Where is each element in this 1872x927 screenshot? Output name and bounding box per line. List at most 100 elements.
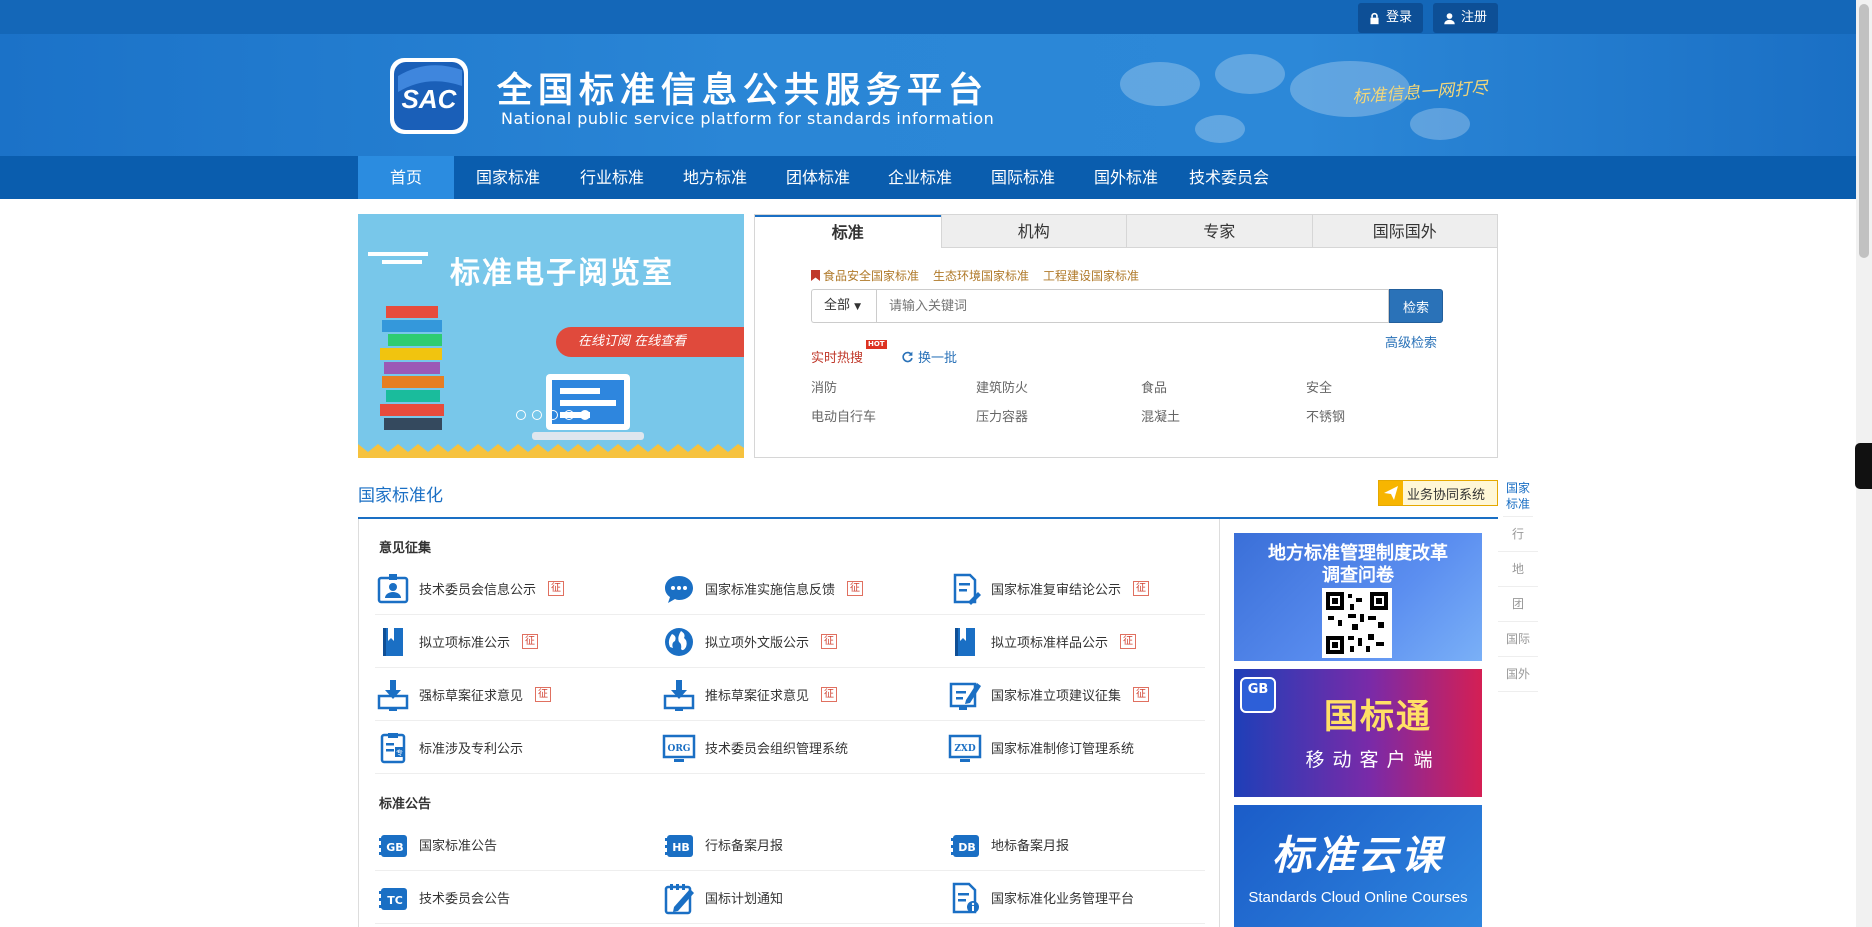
link-label: 技术委员会组织管理系统 <box>705 742 849 757</box>
link-label: 强标草案征求意见 <box>419 689 524 704</box>
tab-expert[interactable]: 专家 <box>1126 215 1312 248</box>
hot-term[interactable]: 电动自行车 <box>811 406 976 425</box>
nav-item-local[interactable]: 地方标准 <box>683 156 747 199</box>
main-nav: 首页 国家标准 行业标准 地方标准 团体标准 企业标准 国际标准 国外标准 技术… <box>0 156 1856 199</box>
sac-logo[interactable]: SAC <box>388 56 470 136</box>
tab-standard[interactable]: 标准 <box>755 215 941 248</box>
link-national-notice[interactable]: GB 国家标准公告 <box>375 818 497 871</box>
hot-term[interactable]: 混凝土 <box>1141 406 1306 425</box>
quick-link-eco[interactable]: 生态环境国家标准 <box>933 267 1029 284</box>
zheng-tag: 征 <box>821 687 838 702</box>
carousel-dot-active[interactable] <box>580 410 590 420</box>
zheng-tag: 征 <box>821 634 838 649</box>
hot-search-text: 实时热搜 <box>811 351 864 366</box>
hot-term[interactable]: 压力容器 <box>976 406 1141 425</box>
course-ad-title: 标准云课 <box>1272 833 1444 879</box>
nav-item-industry[interactable]: 行业标准 <box>580 156 644 199</box>
side-nav-international[interactable]: 国际 <box>1498 622 1538 657</box>
advanced-search-link[interactable]: 高级检索 <box>1385 332 1437 351</box>
side-nav-industry[interactable]: 行 <box>1498 517 1538 552</box>
hot-term[interactable]: 建筑防火 <box>976 377 1141 396</box>
zheng-tag: 征 <box>847 581 864 596</box>
tab-organization[interactable]: 机构 <box>940 215 1126 248</box>
nav-item-group[interactable]: 团体标准 <box>786 156 850 199</box>
list-row: 拟立项标准公示征 拟立项外文版公示征 拟立项标准样品公示征 <box>375 615 1205 668</box>
carousel-ribbon: 在线订阅 在线查看 <box>556 327 744 357</box>
search-input[interactable] <box>876 289 1389 323</box>
link-review-conclusion[interactable]: 国家标准复审结论公示征 <box>947 562 1150 615</box>
side-nav-local[interactable]: 地 <box>1498 552 1538 587</box>
link-mandatory-draft[interactable]: 强标草案征求意见征 <box>375 668 552 721</box>
carousel-dot[interactable] <box>532 410 542 420</box>
edit-monitor-icon <box>947 677 983 713</box>
link-project-proposal[interactable]: 国家标准立项建议征集征 <box>947 668 1150 721</box>
survey-ad-banner[interactable]: 地方标准管理制度改革 调查问卷 <box>1234 533 1482 661</box>
edge-handle[interactable] <box>1855 443 1872 489</box>
tab-international[interactable]: 国际国外 <box>1311 215 1497 248</box>
zheng-tag: 征 <box>1133 687 1150 702</box>
link-label: 拟立项标准样品公示 <box>991 636 1109 651</box>
carousel-dot[interactable] <box>564 410 574 420</box>
link-label: 国标计划通知 <box>705 892 784 907</box>
quick-link-label: 食品安全国家标准 <box>823 269 920 283</box>
link-proposed-sample[interactable]: 拟立项标准样品公示征 <box>947 615 1137 668</box>
nav-item-national[interactable]: 国家标准 <box>476 156 540 199</box>
link-proposed-foreign-version[interactable]: 拟立项外文版公示征 <box>661 615 838 668</box>
link-industry-monthly[interactable]: HB 行标备案月报 <box>661 818 783 871</box>
business-system-button[interactable]: 业务协同系统 <box>1378 480 1498 506</box>
link-label: 国家标准公告 <box>419 839 498 854</box>
link-revision-system[interactable]: ZXD 国家标准制修订管理系统 <box>947 721 1134 774</box>
login-button[interactable]: 登录 <box>1358 3 1424 33</box>
carousel-dot[interactable] <box>548 410 558 420</box>
zheng-tag: 征 <box>535 687 552 702</box>
site-title: 全国标准信息公共服务平台 <box>497 71 990 111</box>
hot-term[interactable]: 消防 <box>811 377 976 396</box>
hb-stack-icon: HB <box>661 827 697 863</box>
link-patent-disclosure[interactable]: 专 标准涉及专利公示 <box>375 721 523 774</box>
user-icon <box>1444 12 1455 24</box>
carousel-title: 标准电子阅览室 <box>450 256 674 291</box>
nav-item-enterprise[interactable]: 企业标准 <box>888 156 952 199</box>
link-recommended-draft[interactable]: 推标草案征求意见征 <box>661 668 838 721</box>
link-local-monthly[interactable]: DB 地标备案月报 <box>947 818 1069 871</box>
course-ad-banner[interactable]: 标准云课 Standards Cloud Online Courses <box>1234 805 1482 927</box>
side-nav-national[interactable]: 国家标准 <box>1503 478 1533 517</box>
side-nav-foreign[interactable]: 国外 <box>1498 657 1538 692</box>
link-committee-org-system[interactable]: ORG 技术委员会组织管理系统 <box>661 721 848 774</box>
survey-ad-subtitle: 调查问卷 <box>1322 565 1394 586</box>
app-ad-banner[interactable]: GB 国标通 移动客户端 <box>1234 669 1482 797</box>
quick-link-construction[interactable]: 工程建设国家标准 <box>1043 267 1139 284</box>
link-proposed-standard[interactable]: 拟立项标准公示征 <box>375 615 539 668</box>
hot-term[interactable]: 不锈钢 <box>1306 406 1471 425</box>
link-label: 国家标准化业务管理平台 <box>991 892 1135 907</box>
db-badge-text: DB <box>958 841 976 854</box>
scrollbar-thumb[interactable] <box>1859 4 1869 258</box>
hot-search-row: 实时热搜 HOT 换一批 <box>811 340 957 366</box>
bookmark-book-icon <box>947 624 983 660</box>
banner-carousel[interactable]: 标准电子阅览室 在线订阅 在线查看 <box>358 214 744 458</box>
nav-item-committee[interactable]: 技术委员会 <box>1189 156 1269 199</box>
search-button[interactable]: 检索 <box>1389 289 1443 323</box>
db-stack-icon: DB <box>947 827 983 863</box>
hot-badge: HOT <box>866 340 887 349</box>
zheng-tag: 征 <box>1133 581 1150 596</box>
link-committee-notice[interactable]: TC 技术委员会公告 <box>375 871 510 924</box>
refresh-button[interactable]: 换一批 <box>901 347 957 366</box>
quick-link-food[interactable]: 食品安全国家标准 <box>811 267 919 284</box>
link-committee-info[interactable]: 技术委员会信息公示征 <box>375 562 565 615</box>
hot-term[interactable]: 食品 <box>1141 377 1306 396</box>
nav-item-international[interactable]: 国际标准 <box>991 156 1055 199</box>
link-implementation-feedback[interactable]: 国家标准实施信息反馈征 <box>661 562 864 615</box>
register-button[interactable]: 注册 <box>1433 3 1499 33</box>
scope-dropdown[interactable]: 全部 ▼ <box>811 289 876 323</box>
link-plan-notice[interactable]: 国标计划通知 <box>661 871 783 924</box>
carousel-dot[interactable] <box>516 410 526 420</box>
hot-term[interactable]: 安全 <box>1306 377 1471 396</box>
list-row: TC 技术委员会公告 国标计划通知 国家标准化业务管理平台 <box>375 871 1205 924</box>
nav-item-home[interactable]: 首页 <box>358 156 454 199</box>
side-nav-group[interactable]: 团 <box>1498 587 1538 622</box>
nav-item-foreign[interactable]: 国外标准 <box>1094 156 1158 199</box>
link-business-platform[interactable]: 国家标准化业务管理平台 <box>947 871 1134 924</box>
list-row: GB 国家标准公告 HB 行标备案月报 DB 地标备案月报 <box>375 818 1205 871</box>
qr-code-icon <box>1322 588 1392 658</box>
